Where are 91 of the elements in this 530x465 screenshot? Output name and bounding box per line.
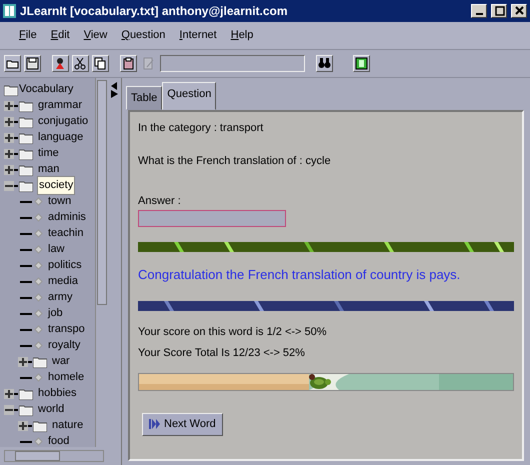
expand-icon[interactable] bbox=[18, 356, 28, 367]
tree-item[interactable]: food bbox=[47, 433, 70, 448]
double-arrow-icon bbox=[149, 419, 160, 430]
folder-icon bbox=[33, 356, 47, 368]
tree-item[interactable]: media bbox=[47, 273, 79, 290]
expand-icon[interactable] bbox=[4, 132, 14, 143]
maximize-icon bbox=[494, 6, 504, 16]
tab[interactable]: Question bbox=[162, 82, 216, 110]
score-text: Your score on this word is 1/2 <-> 50% bbox=[138, 325, 328, 340]
left-arrow-icon[interactable] bbox=[111, 82, 118, 90]
close-icon bbox=[514, 6, 524, 16]
tree-item[interactable]: royalty bbox=[47, 337, 82, 354]
expand-icon[interactable] bbox=[4, 116, 14, 127]
search-field[interactable] bbox=[160, 54, 305, 72]
tree-item[interactable]: army bbox=[47, 289, 74, 306]
folder-icon bbox=[4, 84, 18, 96]
folder-icon bbox=[19, 100, 33, 112]
menu-item[interactable]: File bbox=[12, 27, 44, 44]
collapse-icon[interactable] bbox=[4, 180, 14, 191]
expand-icon[interactable] bbox=[4, 164, 14, 175]
tree-item[interactable]: world bbox=[37, 401, 66, 418]
tree-item[interactable]: time bbox=[37, 145, 60, 162]
tab[interactable]: Table bbox=[126, 86, 162, 110]
score-text: Your Score Total Is 12/23 <-> 52% bbox=[138, 346, 306, 361]
right-arrow-icon[interactable] bbox=[111, 90, 118, 98]
diamond-icon bbox=[34, 437, 43, 446]
menu-item[interactable]: Edit bbox=[44, 27, 77, 44]
scrollbar[interactable] bbox=[4, 450, 104, 462]
tree-item[interactable]: adminis bbox=[47, 209, 87, 226]
tree-item[interactable]: war bbox=[51, 353, 71, 370]
expand-icon[interactable] bbox=[4, 148, 14, 159]
collapse-icon[interactable] bbox=[4, 404, 14, 415]
folder-icon bbox=[19, 164, 33, 176]
folder-icon bbox=[19, 180, 33, 192]
tree-item[interactable]: Vocabulary bbox=[18, 81, 74, 98]
close-button[interactable] bbox=[511, 4, 527, 18]
answer-field[interactable] bbox=[138, 210, 286, 227]
diamond-icon bbox=[34, 373, 43, 382]
folder-icon bbox=[19, 132, 33, 144]
tree-item[interactable]: law bbox=[47, 241, 66, 258]
answer-label: Answer : bbox=[138, 194, 182, 210]
folder-icon bbox=[19, 148, 33, 160]
folder-icon bbox=[33, 420, 47, 432]
expand-icon[interactable] bbox=[4, 388, 14, 399]
expand-icon[interactable] bbox=[18, 420, 28, 431]
minimize-icon bbox=[476, 12, 482, 15]
tree-item[interactable]: town bbox=[47, 193, 72, 210]
tree-item[interactable]: man bbox=[37, 161, 60, 178]
window-title: JLearnIt [vocabulary.txt] anthony@jlearnit.com bbox=[20, 2, 289, 20]
maximize-button[interactable] bbox=[491, 4, 507, 18]
toolbar-button[interactable] bbox=[4, 54, 21, 72]
menu-item[interactable]: Help bbox=[224, 27, 260, 44]
tree-item[interactable]: hobbies bbox=[37, 385, 78, 402]
picture-frame-icon bbox=[355, 56, 368, 70]
expand-icon[interactable] bbox=[4, 100, 14, 111]
toolbar-button[interactable] bbox=[120, 54, 137, 72]
toolbar-button[interactable] bbox=[353, 54, 370, 72]
note-icon bbox=[142, 56, 155, 70]
scissors-icon bbox=[74, 56, 87, 70]
next-word-button[interactable]: Next Word bbox=[142, 413, 223, 436]
tree-item[interactable]: society bbox=[37, 176, 76, 195]
feedback-message: Congratulation the French translation of country is pays. bbox=[138, 266, 462, 284]
toolbar-button[interactable] bbox=[92, 54, 109, 72]
tree-item[interactable]: job bbox=[47, 305, 64, 322]
figure-icon bbox=[54, 56, 67, 70]
paste-icon bbox=[122, 56, 135, 70]
menu-item[interactable]: Question bbox=[114, 27, 172, 44]
app-icon bbox=[3, 4, 16, 18]
menu-item[interactable]: View bbox=[76, 27, 114, 44]
toolbar-button[interactable] bbox=[24, 54, 41, 72]
scrollbar[interactable] bbox=[95, 78, 108, 448]
tree-item[interactable]: nature bbox=[51, 417, 84, 434]
tree-item[interactable]: language bbox=[37, 129, 84, 146]
toolbar-button[interactable] bbox=[72, 54, 89, 72]
tree-item[interactable]: grammar bbox=[37, 97, 84, 114]
toolbar-button[interactable] bbox=[52, 54, 69, 72]
tree-item[interactable]: conjugatio bbox=[37, 113, 90, 130]
tree-item[interactable]: transpo bbox=[47, 321, 86, 338]
folder-icon bbox=[19, 116, 33, 128]
minimize-button[interactable] bbox=[471, 4, 487, 18]
binoculars-icon bbox=[318, 56, 331, 70]
tree-item[interactable]: homele bbox=[47, 369, 86, 386]
tree-item[interactable]: politics bbox=[47, 257, 83, 274]
folder-icon bbox=[19, 388, 33, 400]
folder-icon bbox=[19, 404, 33, 416]
copy-icon bbox=[94, 56, 107, 70]
menu-item[interactable]: Internet bbox=[172, 27, 224, 44]
toolbar-button[interactable] bbox=[316, 54, 333, 72]
question-text: What is the French translation of : cycle bbox=[138, 154, 332, 169]
category-text: In the category : transport bbox=[138, 121, 264, 136]
tree-item[interactable]: teachin bbox=[47, 225, 84, 242]
